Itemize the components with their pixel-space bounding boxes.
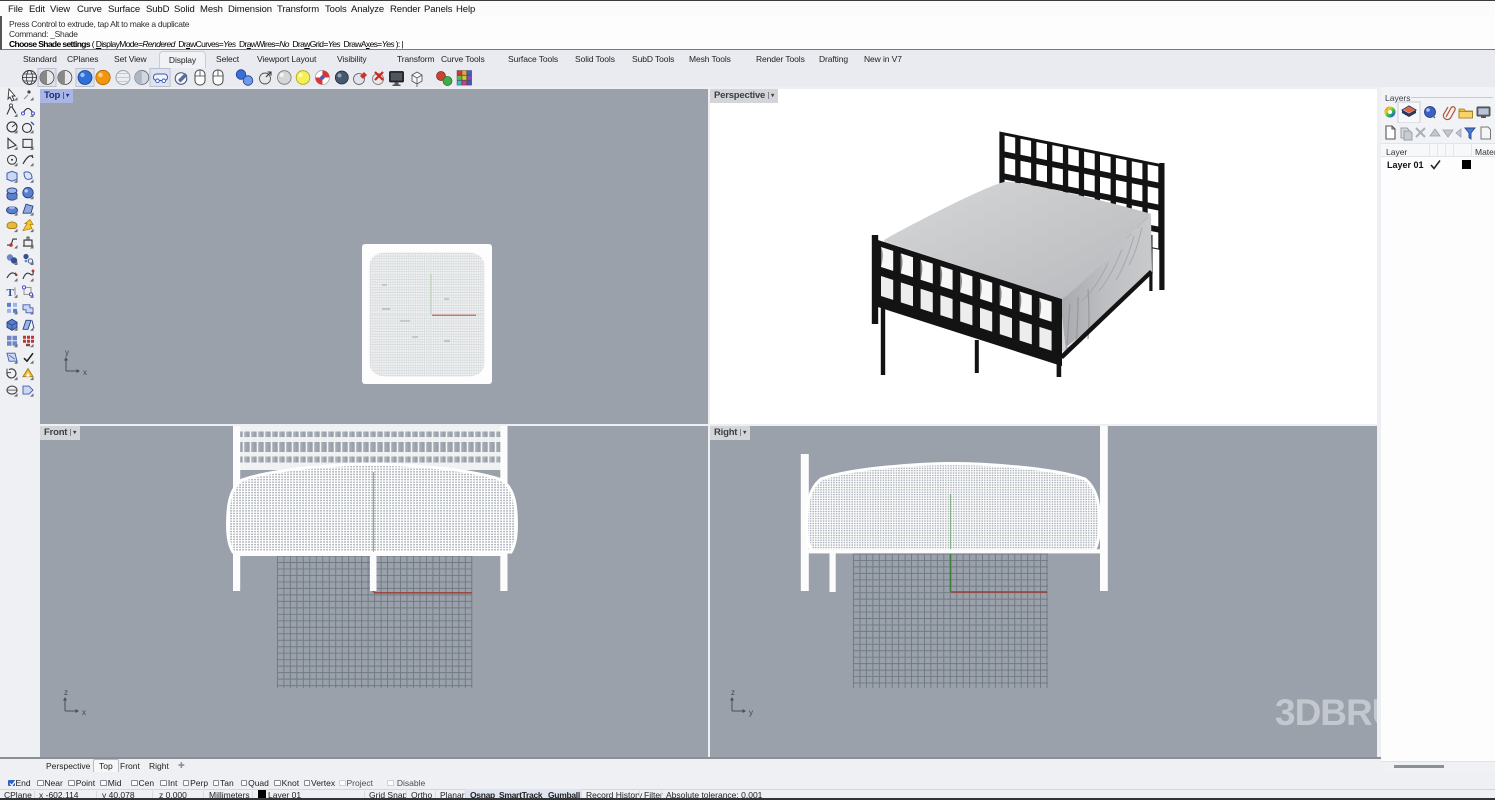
svg-text:3DBRU: 3DBRU (1275, 692, 1377, 733)
svg-text:z: z (731, 688, 735, 697)
svg-text:x: x (82, 708, 86, 717)
svg-text:z: z (64, 688, 68, 697)
svg-text:x: x (83, 368, 87, 377)
svg-text:T: T (7, 287, 15, 299)
svg-text:y: y (749, 708, 753, 717)
svg-text:y: y (65, 348, 69, 357)
